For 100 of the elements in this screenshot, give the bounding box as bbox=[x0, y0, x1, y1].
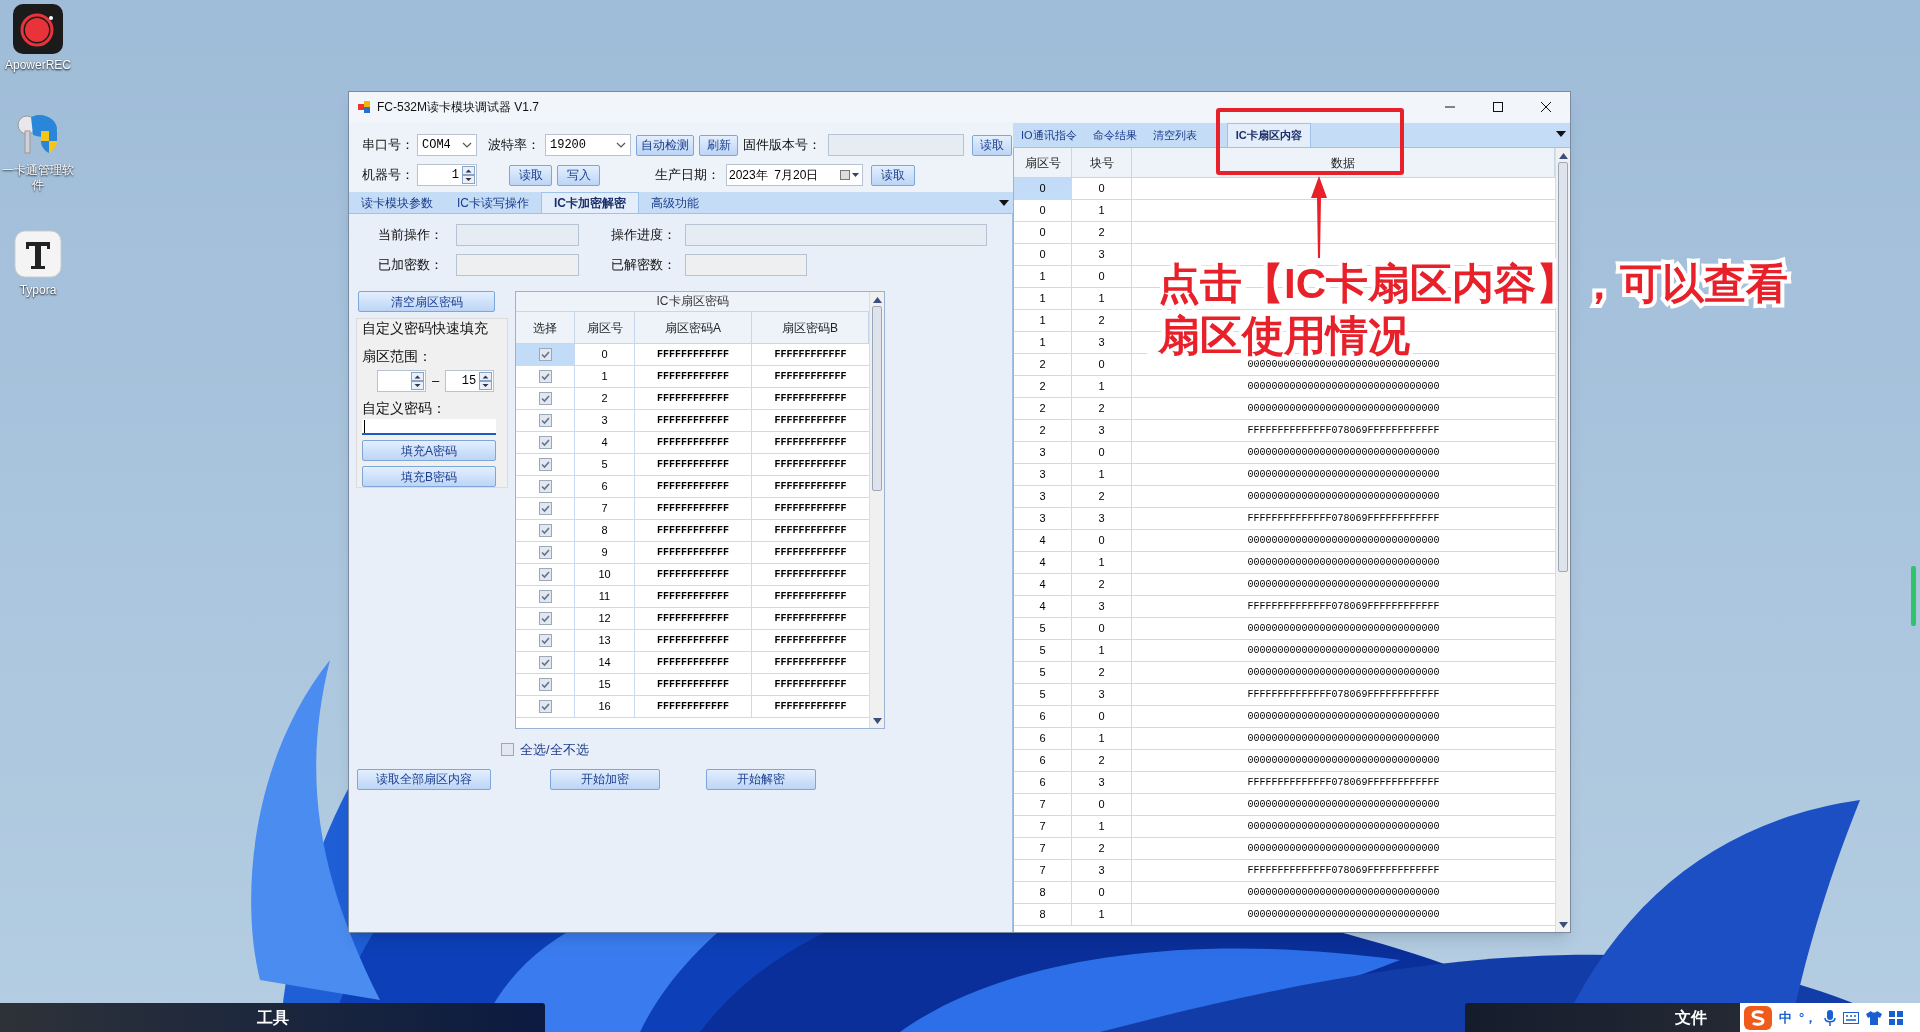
refresh-button[interactable]: 刷新 bbox=[699, 134, 738, 156]
spinner-arrows-icon[interactable] bbox=[462, 166, 475, 184]
clear-keys-button[interactable]: 清空扇区密码 bbox=[358, 291, 495, 312]
column-header[interactable]: 块号 bbox=[1072, 148, 1132, 177]
table-cell-text: 00000000000000000000000000000000 bbox=[1247, 380, 1440, 394]
annotation-text: 扇区使用情况 bbox=[1158, 311, 1411, 360]
table-cell-text: 00000000000000000000000000000000 bbox=[1247, 358, 1440, 372]
table-cell: 1 bbox=[1072, 728, 1132, 749]
table-cell[interactable]: 0 bbox=[1014, 178, 1072, 199]
close-icon[interactable] bbox=[1541, 102, 1551, 112]
table-cell: 2 bbox=[575, 388, 635, 409]
action-button[interactable]: 开始解密 bbox=[706, 768, 816, 790]
scroll-up-icon[interactable] bbox=[1558, 153, 1568, 159]
checkbox[interactable] bbox=[538, 656, 552, 669]
table-cell[interactable] bbox=[516, 344, 575, 365]
password-field[interactable] bbox=[362, 419, 496, 435]
checkbox[interactable] bbox=[538, 436, 552, 449]
table-cell: 2 bbox=[1072, 310, 1132, 331]
dropdown[interactable]: COM4 bbox=[417, 134, 477, 156]
table-cell-text: FFFFFFFFFFFF bbox=[773, 678, 848, 692]
write-button[interactable]: 写入 bbox=[557, 164, 600, 186]
tab[interactable]: 读卡模块参数 bbox=[349, 192, 445, 213]
checkbox[interactable] bbox=[538, 700, 552, 713]
fill-key-b-button[interactable]: 填充B密码 bbox=[362, 466, 496, 487]
tab[interactable]: IC卡扇区内容 bbox=[1226, 123, 1311, 147]
spinner-arrows-icon[interactable] bbox=[479, 372, 493, 390]
input-method-logo-icon[interactable] bbox=[1744, 1005, 1772, 1030]
table-cell: 3 bbox=[1072, 860, 1132, 881]
scroll-up-icon[interactable] bbox=[872, 297, 882, 303]
checkbox[interactable] bbox=[538, 634, 552, 647]
table-cell: 1 bbox=[1072, 816, 1132, 837]
dropdown[interactable]: 19200 bbox=[545, 134, 631, 156]
checkbox[interactable] bbox=[538, 612, 552, 625]
keyboard-icon[interactable] bbox=[1843, 1011, 1860, 1024]
checkbox[interactable] bbox=[538, 370, 552, 383]
tab[interactable]: IO通讯指令 bbox=[1013, 123, 1085, 147]
input-field[interactable] bbox=[685, 224, 987, 246]
input-field[interactable] bbox=[456, 224, 579, 246]
fill-key-a-button[interactable]: 填充A密码 bbox=[362, 440, 496, 461]
tab[interactable]: 高级功能 bbox=[639, 192, 711, 213]
tab[interactable]: 清空列表 bbox=[1144, 123, 1205, 147]
column-header[interactable]: 选择 bbox=[516, 312, 575, 343]
read-button[interactable]: 读取 bbox=[871, 164, 915, 186]
read-button[interactable]: 读取 bbox=[509, 164, 552, 186]
typora-app-icon[interactable] bbox=[13, 229, 63, 279]
select-all-checkbox[interactable] bbox=[501, 743, 514, 757]
tab[interactable]: 命令结果 bbox=[1084, 123, 1145, 147]
ime-indicator[interactable]: °， bbox=[1799, 1007, 1818, 1028]
read-button[interactable]: 读取 bbox=[972, 134, 1012, 156]
action-button[interactable]: 读取全部扇区内容 bbox=[357, 768, 491, 790]
checkbox[interactable] bbox=[538, 590, 552, 603]
tab[interactable]: IC卡加密解密 bbox=[541, 192, 639, 213]
column-header[interactable]: 扇区号 bbox=[575, 312, 635, 343]
column-header[interactable]: 扇区号 bbox=[1014, 148, 1072, 177]
dropdown-arrow-icon[interactable] bbox=[1556, 131, 1566, 137]
grid-icon[interactable] bbox=[1889, 1010, 1904, 1025]
scrollbar[interactable] bbox=[1555, 148, 1570, 932]
field-label: 串口号： bbox=[362, 136, 412, 155]
checkbox[interactable] bbox=[538, 348, 552, 361]
input-field[interactable] bbox=[828, 134, 964, 156]
dropdown-arrow-icon[interactable] bbox=[999, 200, 1009, 206]
number-spinner[interactable]: 1 bbox=[417, 164, 477, 186]
table-cell: 16 bbox=[575, 696, 635, 717]
table-cell-text: 00000000000000000000000000000000 bbox=[1247, 908, 1440, 922]
table-cell: 3 bbox=[1072, 684, 1132, 705]
table-cell: 0 bbox=[1072, 618, 1132, 639]
checkbox[interactable] bbox=[538, 414, 552, 427]
input-field[interactable] bbox=[685, 254, 807, 276]
maximize-icon[interactable] bbox=[1493, 102, 1503, 112]
auto-detect-button[interactable]: 自动检测 bbox=[636, 134, 694, 156]
tab[interactable]: IC卡读写操作 bbox=[445, 192, 541, 213]
table-cell-text: 00000000000000000000000000000000 bbox=[1247, 556, 1440, 570]
checkbox[interactable] bbox=[538, 524, 552, 537]
desktop-icon-label: 一卡通管理软件 bbox=[1, 163, 75, 193]
recorder-app-icon[interactable] bbox=[13, 4, 63, 54]
action-button[interactable]: 开始加密 bbox=[550, 768, 660, 790]
table-cell-text: FFFFFFFFFFFF bbox=[773, 546, 848, 560]
taskbar-label[interactable]: 文件 bbox=[1675, 1005, 1707, 1030]
checkbox[interactable] bbox=[538, 480, 552, 493]
table-cell-text: FFFFFFFFFFFFFF078069FFFFFFFFFFFF bbox=[1247, 600, 1440, 614]
scroll-down-icon[interactable] bbox=[1558, 922, 1568, 928]
checkbox[interactable] bbox=[538, 392, 552, 405]
ime-indicator[interactable]: 中 bbox=[1779, 1007, 1792, 1028]
shirt-icon[interactable] bbox=[1866, 1010, 1883, 1025]
microphone-icon[interactable] bbox=[1824, 1009, 1837, 1026]
taskbar-label[interactable]: 工具 bbox=[256, 1005, 289, 1030]
table-cell-text: 00000000000000000000000000000000 bbox=[1247, 732, 1440, 746]
checkbox[interactable] bbox=[538, 546, 552, 559]
checkbox[interactable] bbox=[538, 458, 552, 471]
column-header[interactable]: 扇区密码A bbox=[635, 312, 752, 343]
scroll-down-icon[interactable] bbox=[872, 718, 882, 724]
number-spinner[interactable]: 15 bbox=[445, 370, 495, 392]
checkbox[interactable] bbox=[538, 678, 552, 691]
checkbox[interactable] bbox=[538, 568, 552, 581]
spinner-arrows-icon[interactable] bbox=[411, 372, 424, 390]
input-field[interactable] bbox=[456, 254, 579, 276]
date-picker[interactable]: 2023年 7月20日 bbox=[726, 164, 863, 186]
checkbox[interactable] bbox=[538, 502, 552, 515]
scrollbar[interactable] bbox=[869, 292, 884, 728]
table-cell: 1 bbox=[1072, 464, 1132, 485]
